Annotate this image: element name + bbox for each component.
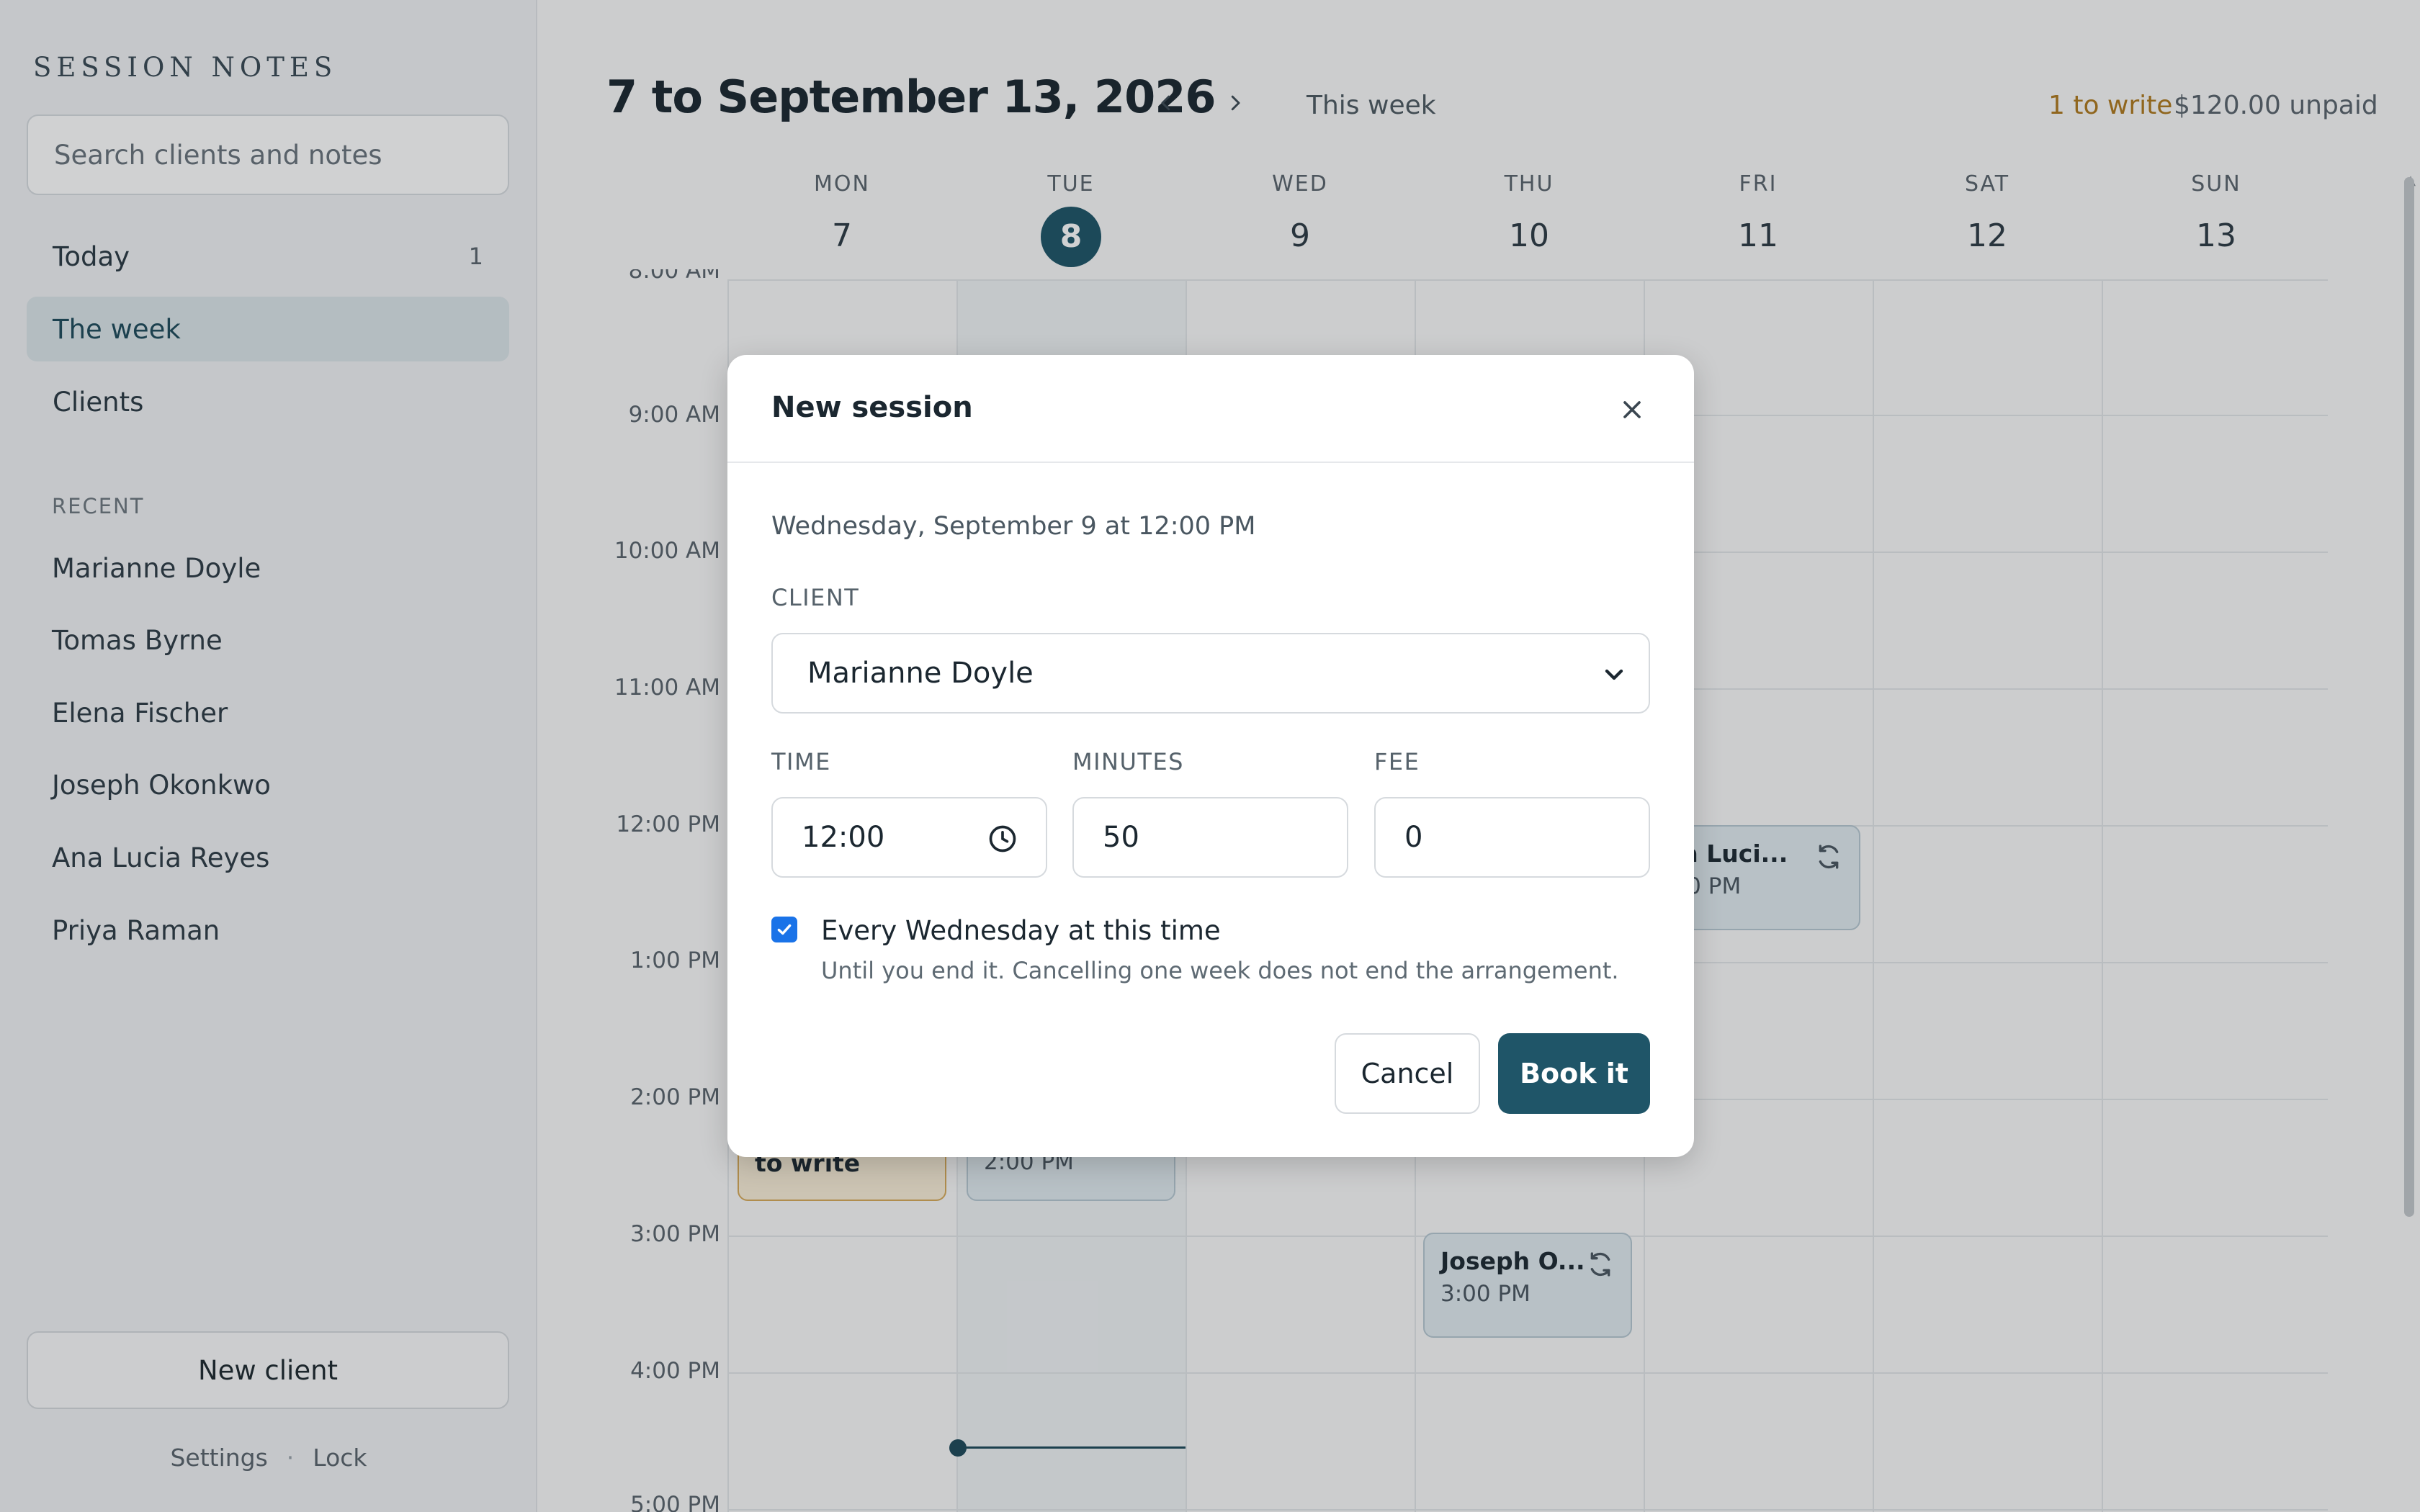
dialog-title: New session xyxy=(771,391,973,424)
client-select[interactable]: Marianne Doyle xyxy=(771,633,1650,714)
time-input[interactable]: 12:00 xyxy=(771,797,1047,878)
close-icon[interactable] xyxy=(1618,395,1646,424)
fee-input[interactable]: 0 xyxy=(1374,797,1650,878)
book-it-button[interactable]: Book it xyxy=(1498,1033,1650,1114)
recurring-checkbox[interactable] xyxy=(771,917,797,942)
session-datetime: Wednesday, September 9 at 12:00 PM xyxy=(771,512,1256,541)
client-select-value: Marianne Doyle xyxy=(807,657,1034,690)
minutes-input[interactable]: 50 xyxy=(1072,797,1348,878)
minutes-input-value: 50 xyxy=(1103,821,1139,854)
cancel-button[interactable]: Cancel xyxy=(1335,1033,1480,1114)
recurring-help-text: Until you end it. Cancelling one week do… xyxy=(821,957,1619,984)
chevron-down-icon xyxy=(1605,669,1623,680)
recurring-label[interactable]: Every Wednesday at this time xyxy=(821,915,1221,946)
time-label: TIME xyxy=(771,748,831,775)
new-session-dialog: New session Wednesday, September 9 at 12… xyxy=(727,355,1694,1157)
clock-icon[interactable] xyxy=(987,823,1018,855)
client-label: CLIENT xyxy=(771,584,860,611)
dialog-divider xyxy=(727,462,1694,463)
fee-label: FEE xyxy=(1374,748,1420,775)
checkmark-icon xyxy=(777,924,792,935)
fee-input-value: 0 xyxy=(1404,821,1423,854)
time-input-value: 12:00 xyxy=(802,821,885,854)
minutes-label: MINUTES xyxy=(1072,748,1184,775)
